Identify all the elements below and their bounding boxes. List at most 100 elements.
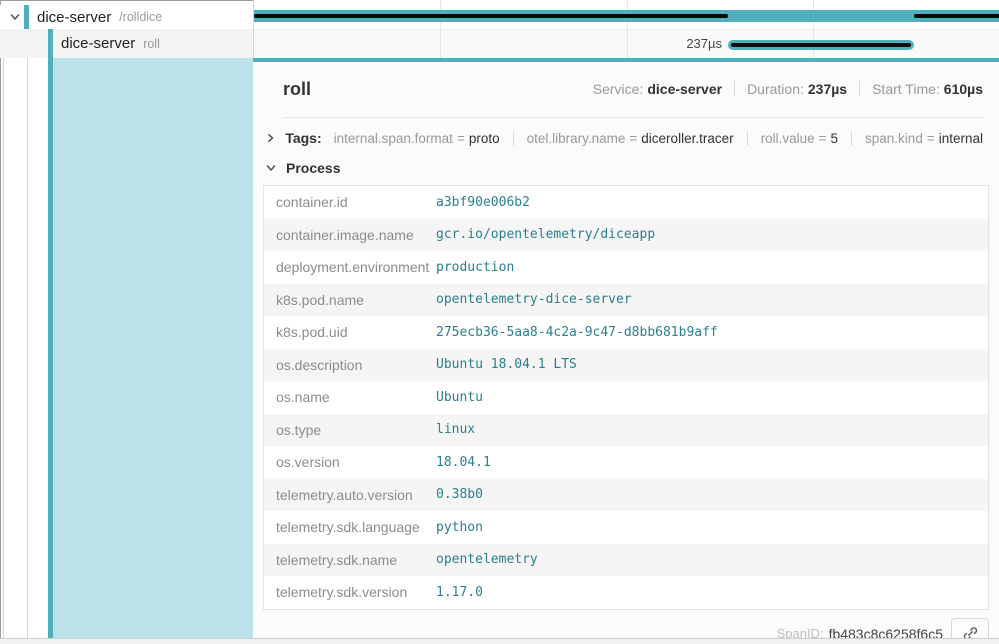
attribute-key: k8s.pod.name xyxy=(264,292,436,308)
attribute-key: container.id xyxy=(264,194,436,210)
attribute-key: telemetry.sdk.name xyxy=(264,552,436,568)
overview-item: Start Time:610µs xyxy=(859,81,983,97)
attribute-key: telemetry.auto.version xyxy=(264,487,436,503)
tag-value: 5 xyxy=(831,131,839,146)
tag-item: roll.value=5 xyxy=(747,131,838,146)
jaeger-trace-view: dice-server /rolldice dice-server roll 2… xyxy=(0,0,999,644)
selected-span-highlight xyxy=(53,58,253,638)
attribute-value: production xyxy=(436,260,514,275)
tag-item: internal.span.format=proto xyxy=(334,131,500,146)
collapse-chevron-button[interactable] xyxy=(6,8,24,26)
tags-section-header[interactable]: Tags: internal.span.format=proto otel.li… xyxy=(265,125,983,151)
operation-name: roll xyxy=(143,37,160,51)
overview-item: Duration:237µs xyxy=(734,81,847,97)
attribute-key: os.description xyxy=(264,357,436,373)
service-name: dice-server xyxy=(61,35,135,52)
table-row: os.version 18.04.1 xyxy=(264,446,988,479)
tag-value: internal xyxy=(939,131,983,146)
span-title: roll xyxy=(283,79,311,100)
attribute-key: deployment.environment xyxy=(264,259,436,275)
service-name: dice-server xyxy=(37,9,111,26)
header-divider xyxy=(283,117,985,118)
overview-value: dice-server xyxy=(647,81,722,97)
table-row: k8s.pod.uid 275ecb36-5aa8-4c2a-9c47-d8bb… xyxy=(264,316,988,349)
overview-item: Service:dice-server xyxy=(593,81,722,97)
attribute-key: telemetry.sdk.version xyxy=(264,584,436,600)
span-bar-roll[interactable] xyxy=(728,40,914,50)
process-section-header[interactable]: Process xyxy=(265,157,999,179)
attribute-value: gcr.io/opentelemetry/diceapp xyxy=(436,227,655,242)
table-row: container.id a3bf90e006b2 xyxy=(264,186,988,219)
operation-name: /rolldice xyxy=(119,10,162,24)
overview-label: Start Time: xyxy=(872,81,940,97)
attribute-value: 0.38b0 xyxy=(436,487,483,502)
trace-timeline: 237µs xyxy=(253,0,999,58)
span-self-time-segment xyxy=(731,43,911,47)
table-row: os.name Ubuntu xyxy=(264,381,988,414)
tag-list: internal.span.format=proto otel.library.… xyxy=(334,131,983,146)
tag-key: roll.value xyxy=(761,131,815,146)
span-detail-header: roll Service:dice-server Duration:237µs … xyxy=(283,74,983,104)
service-color-bar xyxy=(48,29,53,58)
table-row: telemetry.auto.version 0.38b0 xyxy=(264,479,988,512)
attribute-key: k8s.pod.uid xyxy=(264,324,436,340)
chevron-down-icon xyxy=(265,162,277,174)
overview-value: 237µs xyxy=(808,81,847,97)
indent-guide xyxy=(27,58,28,638)
table-row: deployment.environment production xyxy=(264,251,988,284)
table-row: telemetry.sdk.name opentelemetry xyxy=(264,544,988,577)
attribute-key: container.image.name xyxy=(264,227,436,243)
tag-equals: = xyxy=(625,131,641,146)
attribute-value: 1.17.0 xyxy=(436,585,483,600)
horizontal-scrollbar[interactable] xyxy=(0,638,999,644)
span-overview: Service:dice-server Duration:237µs Start… xyxy=(593,81,983,97)
table-row: os.type linux xyxy=(264,414,988,447)
span-bar-rolldice[interactable] xyxy=(254,10,999,22)
timeline-row-separator xyxy=(254,29,999,30)
attribute-value: a3bf90e006b2 xyxy=(436,195,530,210)
attribute-value: 275ecb36-5aa8-4c2a-9c47-d8bb681b9aff xyxy=(436,325,718,340)
tag-equals: = xyxy=(815,131,831,146)
process-label: Process xyxy=(286,160,340,176)
attribute-value: linux xyxy=(436,422,475,437)
span-detail-panel: roll Service:dice-server Duration:237µs … xyxy=(253,58,999,638)
chevron-down-icon xyxy=(9,11,21,23)
attribute-key: os.version xyxy=(264,454,436,470)
span-row-rolldice[interactable]: dice-server /rolldice xyxy=(0,5,253,29)
tag-value: diceroller.tracer xyxy=(641,131,733,146)
attribute-value: Ubuntu 18.04.1 LTS xyxy=(436,357,577,372)
tag-equals: = xyxy=(923,131,939,146)
table-row: os.description Ubuntu 18.04.1 LTS xyxy=(264,349,988,382)
tag-item: otel.library.name=diceroller.tracer xyxy=(513,131,734,146)
tag-key: otel.library.name xyxy=(527,131,626,146)
attribute-key: os.type xyxy=(264,422,436,438)
overview-value: 610µs xyxy=(944,81,983,97)
table-row: k8s.pod.name opentelemetry-dice-server xyxy=(264,284,988,317)
indent-guide xyxy=(3,58,4,638)
tag-value: proto xyxy=(469,131,500,146)
span-row-roll[interactable]: dice-server roll xyxy=(0,29,253,58)
tag-item: span.kind=internal xyxy=(851,131,983,146)
span-self-time-segment xyxy=(254,14,728,18)
attribute-key: os.name xyxy=(264,389,436,405)
process-attributes-table: container.id a3bf90e006b2 container.imag… xyxy=(263,185,989,610)
attribute-value: Ubuntu xyxy=(436,390,483,405)
tag-key: internal.span.format xyxy=(334,131,453,146)
tag-key: span.kind xyxy=(865,131,923,146)
overview-label: Duration: xyxy=(747,81,804,97)
attribute-value: opentelemetry-dice-server xyxy=(436,292,632,307)
span-duration-label: 237µs xyxy=(686,36,722,51)
tags-label: Tags: xyxy=(285,130,321,146)
attribute-value: 18.04.1 xyxy=(436,455,491,470)
table-row: container.image.name gcr.io/opentelemetr… xyxy=(264,219,988,252)
attribute-value: opentelemetry xyxy=(436,552,538,567)
tag-equals: = xyxy=(453,131,469,146)
service-color-bar xyxy=(24,5,29,29)
table-row: telemetry.sdk.language python xyxy=(264,511,988,544)
attribute-value: python xyxy=(436,520,483,535)
chevron-right-icon xyxy=(265,132,276,144)
table-row: telemetry.sdk.version 1.17.0 xyxy=(264,576,988,609)
span-self-time-segment xyxy=(914,14,999,18)
overview-label: Service: xyxy=(593,81,644,97)
attribute-key: telemetry.sdk.language xyxy=(264,519,436,535)
